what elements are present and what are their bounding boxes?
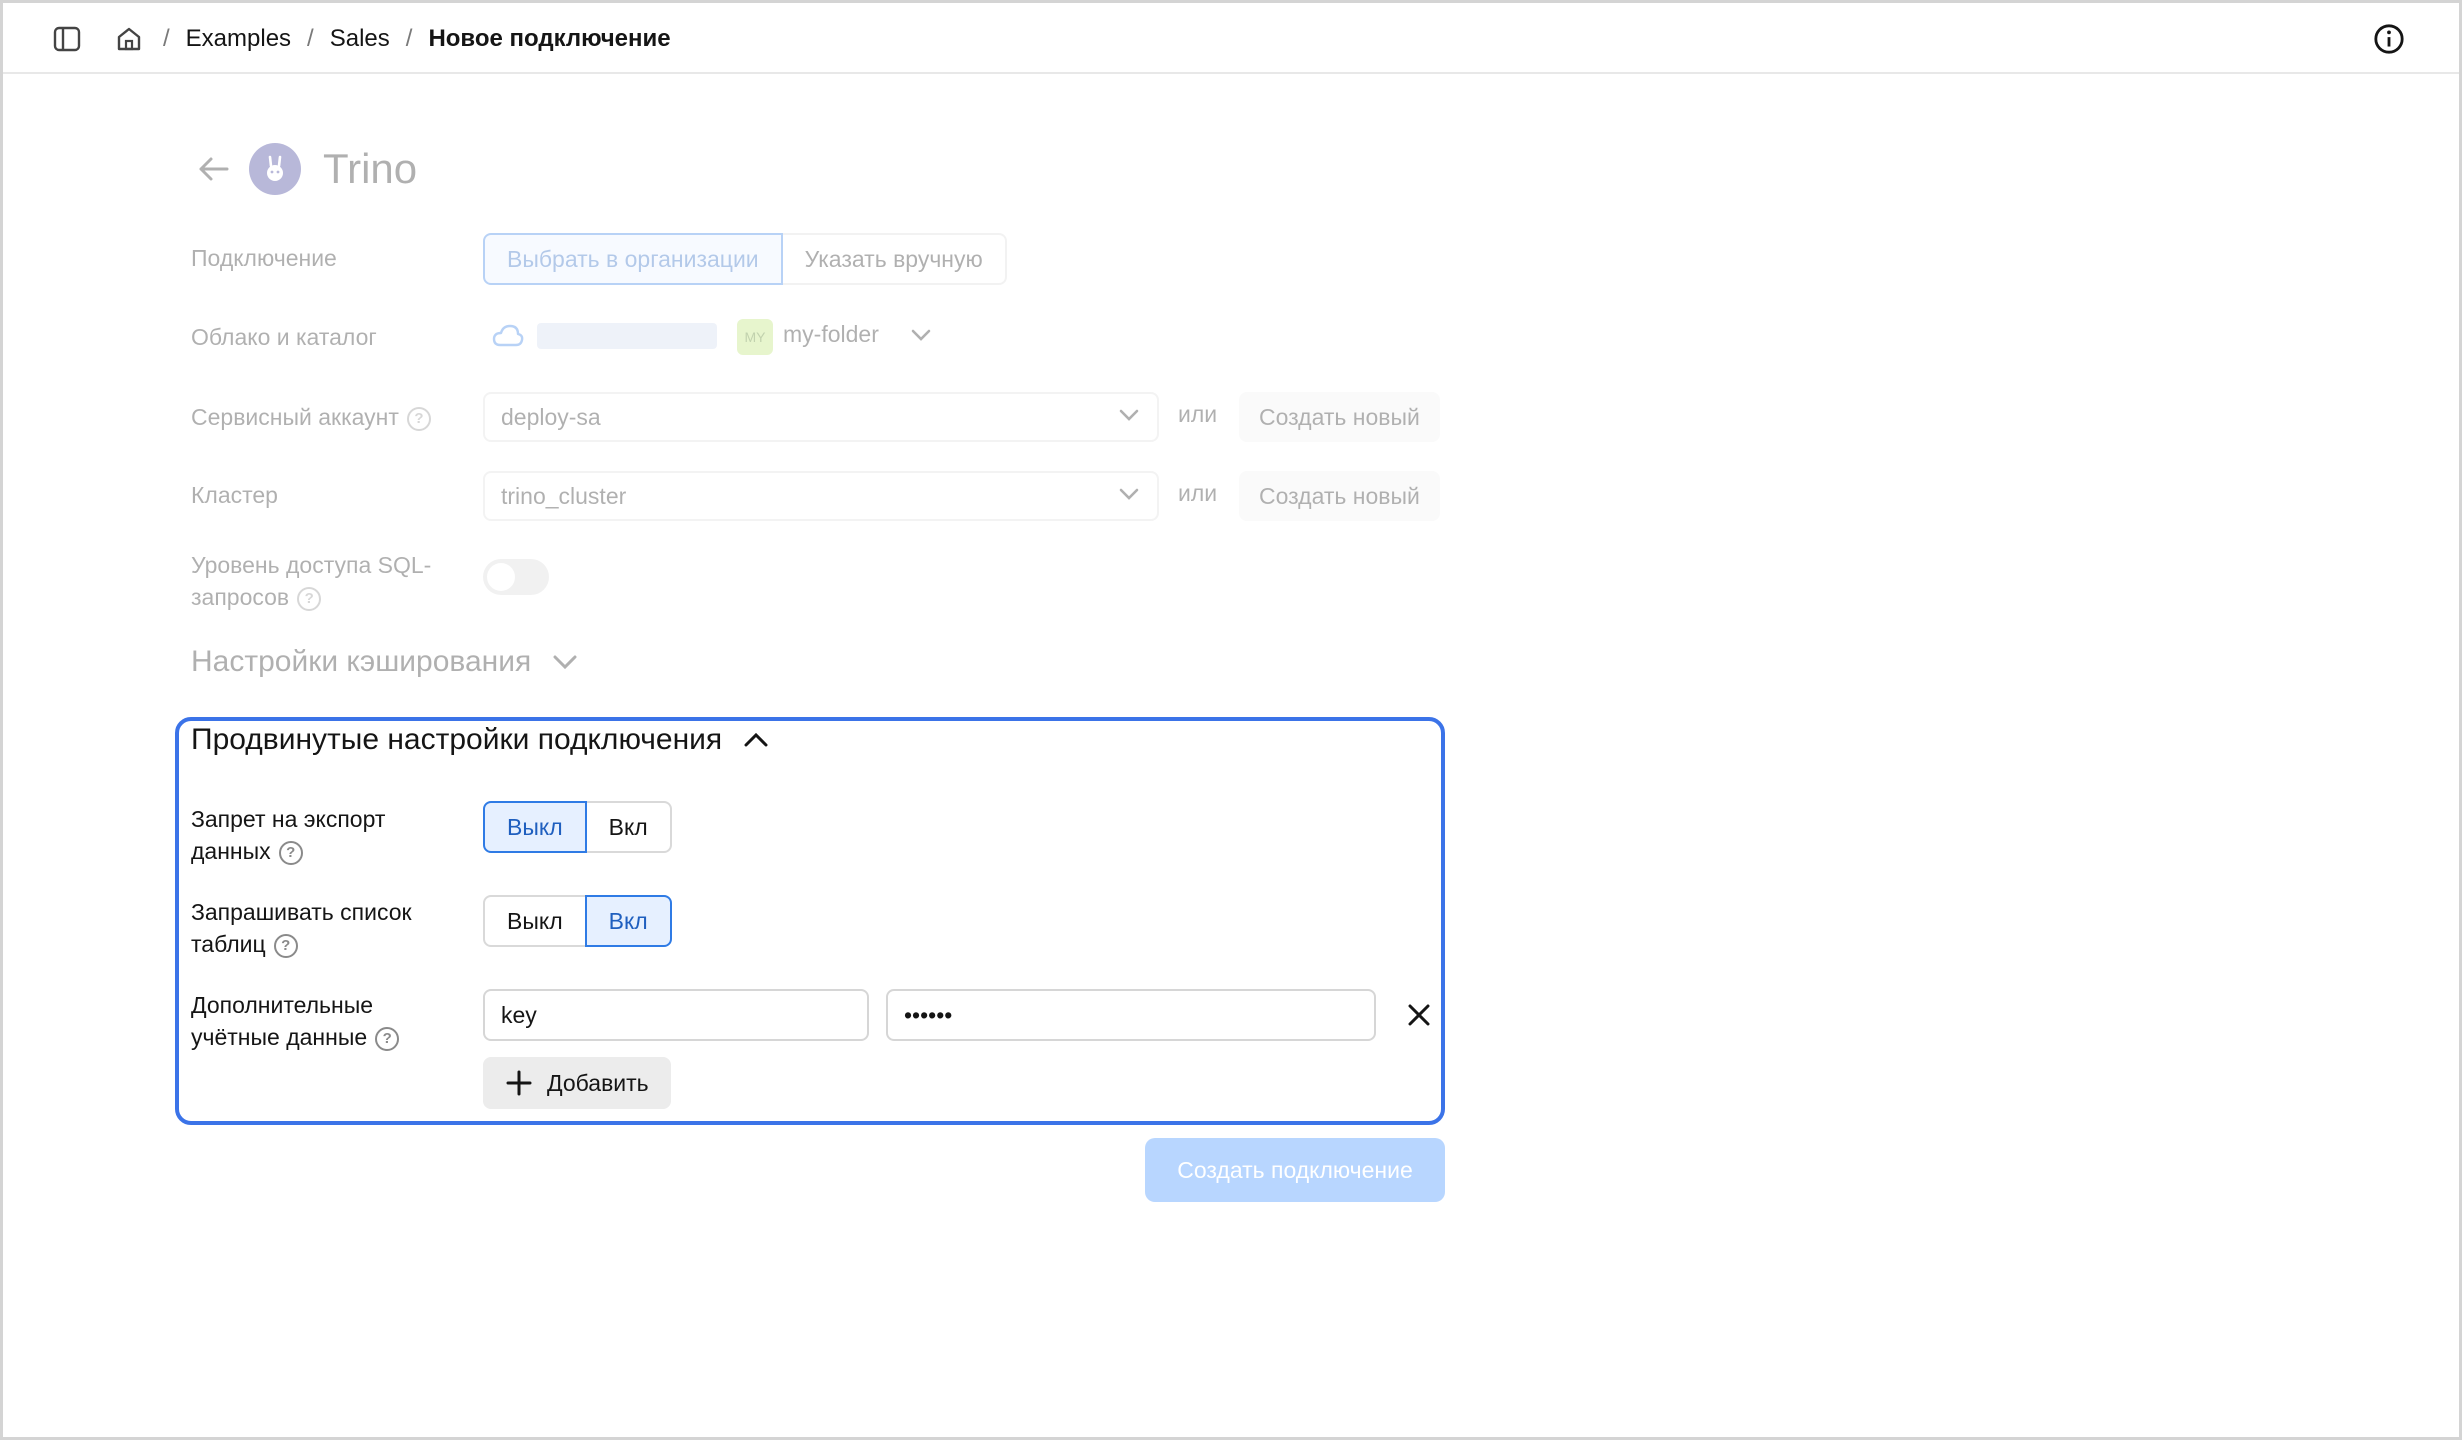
trino-logo-icon (249, 143, 301, 195)
app-window: / Examples / Sales / Новое подключение T… (0, 0, 2462, 1440)
list-tables-label-line2: таблиц (191, 931, 266, 957)
sql-access-toggle[interactable] (483, 559, 549, 595)
list-tables-off[interactable]: Выкл (483, 895, 587, 947)
cloud-icon (491, 321, 525, 351)
extra-credentials-label: Дополнительные учётные данные? (191, 989, 400, 1053)
page-title: Trino (323, 145, 418, 192)
breadcrumb: / Examples / Sales / Новое подключение (163, 25, 671, 53)
export-ban-label-line1: Запрет на экспорт (191, 806, 386, 832)
create-cluster-button[interactable]: Создать новый (1239, 471, 1440, 521)
service-account-label-text: Сервисный аккаунт (191, 404, 399, 430)
folder-chevron-down-icon[interactable] (909, 325, 933, 350)
cluster-select[interactable]: trino_cluster (483, 471, 1159, 521)
cache-settings-title: Настройки кэширования (191, 645, 532, 678)
folder-name[interactable]: my-folder (783, 321, 879, 348)
service-account-chevron-down-icon (1117, 404, 1141, 431)
sql-access-help-icon[interactable]: ? (297, 586, 322, 611)
back-arrow-icon[interactable] (195, 149, 235, 189)
service-account-value: deploy-sa (501, 403, 601, 430)
cluster-or: или (1178, 480, 1218, 506)
sql-access-label-line1: Уровень доступа SQL- (191, 552, 432, 578)
cloud-folder-label: Облако и каталог (191, 324, 377, 350)
create-connection-button[interactable]: Создать подключение (1145, 1138, 1445, 1202)
plus-icon (505, 1069, 533, 1097)
sql-access-label: Уровень доступа SQL- запросов? (191, 549, 431, 613)
extra-credentials-label-line1: Дополнительные (191, 992, 374, 1018)
list-tables-label: Запрашивать список таблиц? (191, 896, 412, 960)
add-credential-button[interactable]: Добавить (483, 1057, 671, 1109)
cache-settings-chevron-down-icon (551, 651, 579, 673)
cloud-name-placeholder (537, 323, 717, 349)
info-icon[interactable] (2373, 23, 2405, 55)
service-account-label: Сервисный аккаунт? (191, 401, 431, 433)
cluster-chevron-down-icon (1117, 483, 1141, 510)
sql-access-toggle-knob (487, 563, 515, 591)
cluster-value: trino_cluster (501, 482, 627, 509)
credential-key-input[interactable]: key (483, 989, 869, 1041)
remove-credential-close-icon[interactable] (1403, 999, 1435, 1031)
extra-credentials-help-icon[interactable]: ? (375, 1026, 400, 1051)
list-tables-help-icon[interactable]: ? (273, 933, 298, 958)
extra-credentials-label-line2: учётные данные (191, 1024, 368, 1050)
service-account-or: или (1178, 401, 1218, 427)
connection-option-organization[interactable]: Выбрать в организации (483, 233, 783, 285)
add-credential-label: Добавить (547, 1069, 649, 1096)
connection-mode-switch: Выбрать в организации Указать вручную (483, 233, 1007, 285)
list-tables-on[interactable]: Вкл (584, 895, 672, 947)
advanced-settings-chevron-up-icon (742, 729, 770, 751)
export-ban-label: Запрет на экспорт данных? (191, 803, 385, 867)
export-ban-on[interactable]: Вкл (584, 801, 672, 853)
home-icon[interactable] (113, 23, 145, 55)
breadcrumb-sales[interactable]: Sales (330, 25, 390, 53)
advanced-settings-title: Продвинутые настройки подключения (191, 723, 723, 756)
credential-secret-input[interactable]: •••••• (886, 989, 1376, 1041)
export-ban-switch: Выкл Вкл (483, 801, 672, 853)
connection-label: Подключение (191, 245, 337, 271)
create-service-account-button[interactable]: Создать новый (1239, 392, 1440, 442)
list-tables-switch: Выкл Вкл (483, 895, 672, 947)
advanced-settings-header[interactable]: Продвинутые настройки подключения (191, 723, 770, 757)
page-title-row: Trino (195, 139, 417, 199)
export-ban-help-icon[interactable]: ? (278, 840, 303, 865)
cluster-label: Кластер (191, 482, 278, 508)
breadcrumb-examples[interactable]: Examples (186, 25, 291, 53)
breadcrumb-current: Новое подключение (428, 25, 671, 52)
top-bar: / Examples / Sales / Новое подключение (3, 3, 2459, 74)
export-ban-off[interactable]: Выкл (483, 801, 587, 853)
service-account-select[interactable]: deploy-sa (483, 392, 1159, 442)
sql-access-label-line2: запросов (191, 584, 290, 610)
export-ban-label-line2: данных (191, 838, 271, 864)
cache-settings-header[interactable]: Настройки кэширования (191, 645, 579, 679)
connection-option-manual[interactable]: Указать вручную (780, 233, 1007, 285)
service-account-help-icon[interactable]: ? (406, 406, 431, 431)
folder-badge: MY (737, 319, 773, 355)
list-tables-label-line1: Запрашивать список (191, 899, 412, 925)
sidebar-toggle-icon[interactable] (51, 23, 83, 55)
